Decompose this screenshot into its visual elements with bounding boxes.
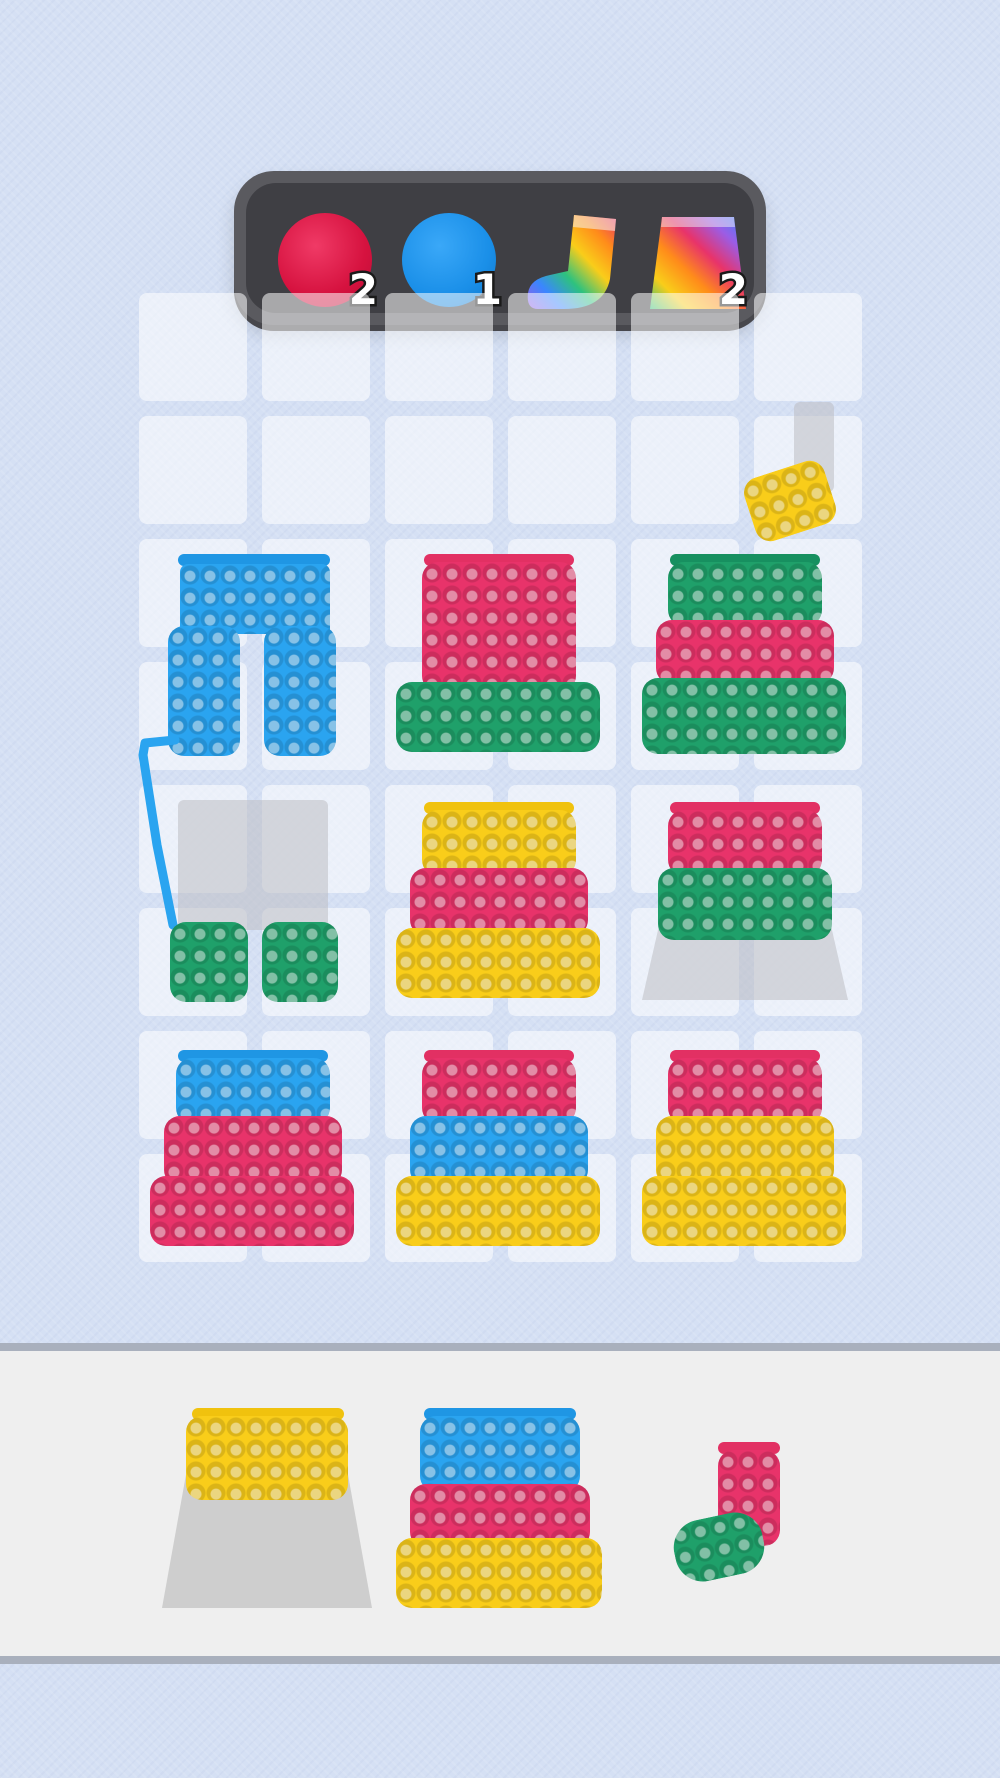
blue-pants[interactable] [164,554,344,759]
skirt-stripe-red [668,810,822,876]
pants-ghost-body [178,800,328,930]
skirt-red-green[interactable] [396,554,602,754]
board-tile [139,416,247,524]
tray-skirt-blue-red-yellow[interactable] [396,1408,606,1608]
board-tile [631,416,739,524]
board-tile [385,293,493,401]
skirt-stripe-red [422,562,576,692]
skirt-stripe-yellow [642,1176,846,1246]
board-tile [508,416,616,524]
skirt-stripe-blue [420,1416,580,1492]
skirt-red-green-partial[interactable] [642,800,848,1000]
pants-body-knit [180,564,330,634]
skirt-blue-red[interactable] [150,1048,356,1248]
skirt-stripe-blue [176,1058,330,1124]
skirt-red-yellow[interactable] [642,1048,848,1248]
skirt-stripe-yellow [396,928,600,998]
board-tile [754,293,862,401]
skirt-stripe-red [422,1058,576,1124]
board-tile [262,293,370,401]
skirt-yellow-red-yellow[interactable] [396,800,602,1000]
yellow-yarn-roll[interactable] [739,402,841,546]
skirt-stripe-green [668,562,822,626]
board-tile [508,293,616,401]
tray-skirt-yellow-partial[interactable] [162,1408,372,1608]
skirt-stripe-red [656,620,834,684]
skirt-stripe-yellow [422,810,576,876]
skirt-stripe-green [658,868,832,940]
board-tile [262,416,370,524]
skirt-red-blue-yellow[interactable] [396,1048,602,1248]
pants-green-cuffs[interactable] [166,800,346,1005]
skirt-stripe-green [396,682,600,752]
pants-left-cuff-knit [170,922,248,1002]
skirt-stripe-red [668,1058,822,1124]
skirt-stripe-red [150,1176,354,1246]
pants-right-cuff-knit [262,922,338,1002]
skirt-stripe-green [642,678,846,754]
skirt-green-red-green[interactable] [642,554,848,754]
sock-foot-green [668,1507,770,1587]
skirt-stripe-yellow [396,1538,602,1608]
board-tile [631,293,739,401]
board-tile [139,293,247,401]
board-tile [385,416,493,524]
tray-sock-red-green[interactable] [668,1438,788,1587]
tray-top-border [0,1343,1000,1351]
pants-right-leg-knit [264,626,336,756]
skirt-stripe-yellow [186,1416,348,1500]
skirt-stripe-red [410,868,588,936]
skirt-stripe-yellow [396,1176,600,1246]
